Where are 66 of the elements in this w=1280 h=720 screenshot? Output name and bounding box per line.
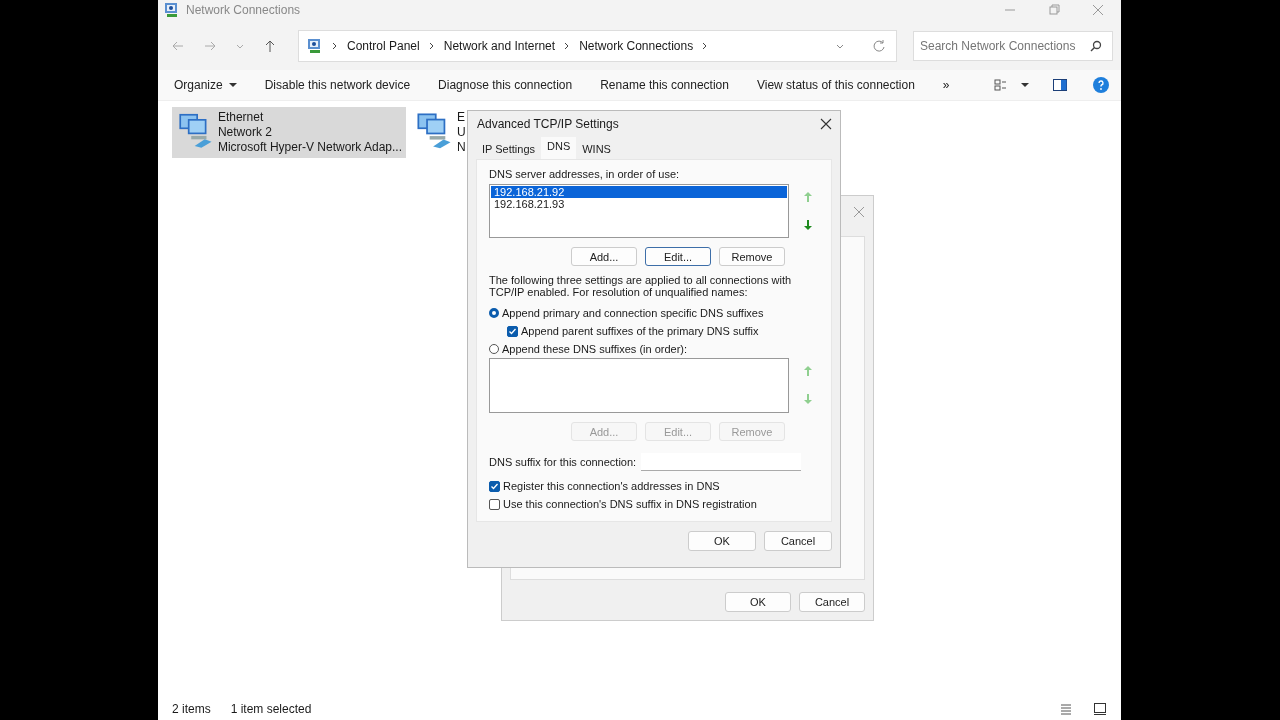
window-title: Network Connections	[186, 3, 301, 17]
dialog-button[interactable]: Cancel	[799, 592, 865, 612]
checkbox-option[interactable]: Append parent suffixes of the primary DNS suffix	[489, 322, 819, 340]
caret-icon[interactable]	[1021, 82, 1029, 88]
details-view-icon[interactable]	[1059, 702, 1073, 716]
dialog-button[interactable]: OK	[688, 531, 756, 551]
checkbox-option[interactable]: Use this connection's DNS suffix in DNS registration	[489, 495, 819, 513]
check-icon	[508, 326, 517, 336]
dialog-button[interactable]: Edit...	[645, 247, 711, 266]
dialog-button[interactable]: OK	[725, 592, 791, 612]
field-label: DNS suffix for this connection:	[489, 456, 637, 468]
toolbar-button[interactable]: Rename this connection	[594, 78, 735, 92]
tab[interactable]: DNS	[541, 137, 577, 159]
chevron-right-icon	[427, 41, 436, 51]
note-text: The following three settings are applied to all connections with TCP/IP enabled. For resolution of unqualified names:	[489, 274, 793, 298]
server-entry[interactable]: 192.168.21.92	[491, 186, 787, 198]
connection-label: U	[457, 125, 466, 140]
suffix-list[interactable]	[489, 358, 789, 413]
check-icon	[490, 481, 499, 491]
toolbar-button[interactable]: Disable this network device	[258, 78, 417, 92]
view-options-icon[interactable]	[993, 77, 1009, 93]
input-field[interactable]	[641, 453, 802, 471]
connection-item[interactable]: E U N	[414, 107, 466, 158]
connection-label: E	[457, 110, 466, 125]
close-icon[interactable]	[820, 118, 832, 130]
radio-option[interactable]: Append these DNS suffixes (in order):	[489, 340, 819, 358]
item-count: 2 items	[172, 702, 211, 716]
preview-pane-icon[interactable]	[1053, 79, 1067, 91]
tab[interactable]: WINS	[576, 140, 617, 159]
server-list[interactable]: 192.168.21.92 192.168.21.93	[489, 184, 789, 238]
dialog-title: Advanced TCP/IP Settings	[477, 117, 619, 131]
restore-icon[interactable]	[1047, 3, 1061, 17]
breadcrumb-item[interactable]: Control Panel	[347, 39, 420, 53]
breadcrumb-item[interactable]: Network and Internet	[443, 39, 556, 53]
search-field[interactable]: Search Network Connections	[913, 31, 1113, 61]
tiles-view-icon[interactable]	[1093, 702, 1107, 716]
list-label: DNS server addresses, in order of use:	[489, 168, 681, 180]
selection-count: 1 item selected	[230, 702, 312, 716]
dialog-button[interactable]: Add...	[571, 247, 637, 266]
chevron-right-icon	[331, 41, 339, 51]
arrow-up-icon	[803, 365, 813, 377]
dialog-button[interactable]: Cancel	[764, 531, 832, 551]
arrow-down-icon	[803, 393, 813, 405]
search-icon	[1089, 39, 1103, 53]
caret-icon	[228, 82, 237, 88]
toolbar-button[interactable]: View status of this connection	[750, 78, 921, 92]
connection-label: Ethernet	[217, 110, 265, 125]
checkbox-option[interactable]: Register this connection's addresses in DNS	[489, 477, 819, 495]
toolbar-button[interactable]: Diagnose this connection	[432, 78, 579, 92]
toolbar-button[interactable]: Organize	[168, 78, 243, 92]
toolbar-button[interactable]: »	[936, 78, 956, 92]
connection-label: Microsoft Hyper-V Network Adap...	[217, 140, 402, 155]
connection-item[interactable]: Ethernet Network 2 Microsoft Hyper-V Network Adap...	[172, 107, 406, 158]
refresh-icon[interactable]	[872, 39, 886, 53]
radio-option[interactable]: Append primary and connection specific DNS suffixes	[489, 304, 819, 322]
arrow-down-icon	[803, 219, 813, 231]
breadcrumb-item[interactable]: Network Connections	[579, 39, 694, 53]
network-folder-icon	[307, 38, 323, 54]
tab[interactable]: IP Settings	[476, 140, 541, 159]
connection-label: N	[457, 140, 466, 155]
arrow-up-icon	[803, 191, 813, 203]
address-bar[interactable]: Control Panel Network and Internet Network Connections	[298, 30, 897, 62]
server-entry[interactable]: 192.168.21.93	[491, 198, 787, 210]
connection-label: Network 2	[217, 125, 273, 140]
dialog-button[interactable]: Remove	[719, 247, 785, 266]
help-icon[interactable]	[1093, 77, 1109, 93]
